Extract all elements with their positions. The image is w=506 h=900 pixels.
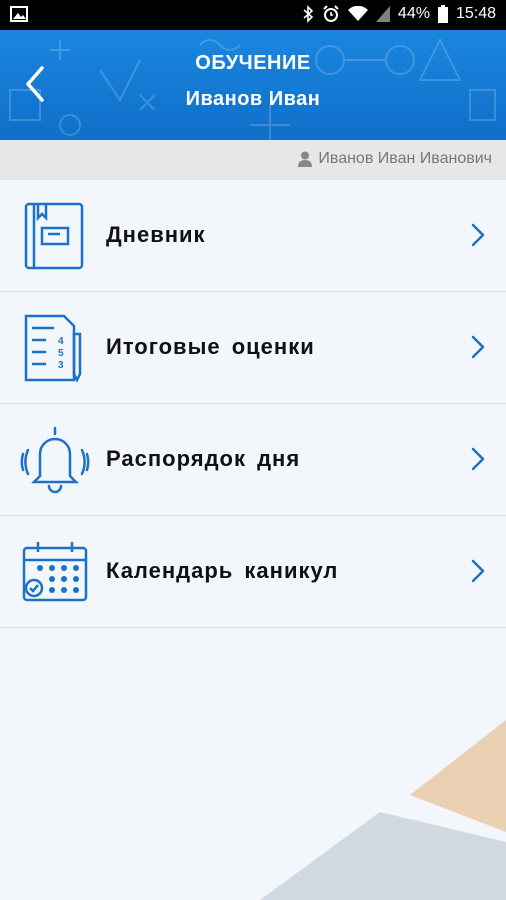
battery-percent: 44% [397,5,430,22]
diary-icon [24,202,84,270]
current-user: Иванов Иван Иванович [298,150,492,168]
menu-item-diary[interactable]: Дневник [0,180,506,292]
calendar-icon [22,542,88,602]
menu-item-holiday-calendar[interactable]: Календарь каникул [0,516,506,628]
alarm-icon [323,5,339,22]
main-menu: Дневник 4 5 3 Итоговые оценки Распорядок… [0,180,506,628]
menu-item-daily-routine[interactable]: Распорядок дня [0,404,506,516]
svg-text:4: 4 [58,336,64,347]
user-name: Иванов Иван Иванович [318,150,492,167]
page-subtitle: Иванов Иван [185,88,321,110]
image-icon [10,6,28,22]
chevron-right-icon [471,223,485,247]
menu-item-final-grades[interactable]: 4 5 3 Итоговые оценки [0,292,506,404]
grades-icon: 4 5 3 [24,314,82,383]
svg-text:5: 5 [58,348,64,359]
chevron-right-icon [471,447,485,471]
svg-text:3: 3 [58,360,64,371]
chevron-right-icon [471,335,485,359]
wifi-icon [347,6,368,21]
header-pattern [9,37,496,140]
menu-item-label: Календарь каникул [106,558,339,583]
user-icon [298,151,313,167]
app-header: ОБУЧЕНИЕ Иванов Иван [0,30,506,140]
status-bar: 44% 15:48 [0,0,506,30]
page-title: ОБУЧЕНИЕ [195,52,311,74]
bluetooth-icon [303,5,314,23]
signal-icon [375,6,390,22]
menu-item-label: Дневник [106,222,206,247]
clock: 15:48 [455,5,496,22]
chevron-right-icon [471,559,485,583]
user-bar: Иванов Иван Иванович [0,140,506,180]
bell-icon [20,426,90,494]
battery-icon [437,5,448,23]
menu-item-label: Итоговые оценки [106,334,315,359]
menu-item-label: Распорядок дня [106,446,301,471]
